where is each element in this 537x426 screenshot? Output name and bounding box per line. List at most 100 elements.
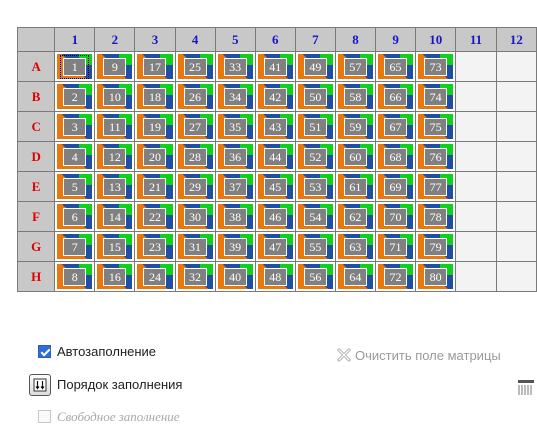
well-G2[interactable]: 15 [94,231,136,262]
well-E7[interactable]: 53 [294,171,336,202]
well-B2[interactable]: 10 [94,81,136,112]
well-C9[interactable]: 67 [375,111,417,142]
well-A5[interactable]: 33 [214,51,256,82]
row-header-B[interactable]: B [16,81,56,112]
well-D3[interactable]: 20 [134,141,176,172]
well-F7[interactable]: 54 [294,201,336,232]
column-header-8[interactable]: 8 [334,27,377,52]
well-G8[interactable]: 63 [334,231,377,262]
well-G3[interactable]: 23 [134,231,176,262]
row-header-D[interactable]: D [16,141,56,172]
well-D11[interactable] [455,141,497,172]
well-G7[interactable]: 55 [294,231,336,262]
row-header-H[interactable]: H [16,261,56,292]
well-C8[interactable]: 59 [334,111,377,142]
well-E4[interactable]: 29 [174,171,216,202]
well-H11[interactable] [455,261,497,292]
column-header-12[interactable]: 12 [495,27,537,52]
well-B1[interactable]: 2 [54,81,96,112]
well-H9[interactable]: 72 [375,261,417,292]
well-D12[interactable] [495,141,537,172]
well-C2[interactable]: 11 [94,111,136,142]
well-C1[interactable]: 3 [54,111,96,142]
well-F6[interactable]: 46 [254,201,296,232]
well-D4[interactable]: 28 [174,141,216,172]
well-C7[interactable]: 51 [294,111,336,142]
well-B7[interactable]: 50 [294,81,336,112]
well-F5[interactable]: 38 [214,201,256,232]
fill-order-label[interactable]: Порядок заполнения [57,377,182,392]
well-B11[interactable] [455,81,497,112]
column-header-10[interactable]: 10 [415,27,457,52]
well-A12[interactable] [495,51,537,82]
well-F3[interactable]: 22 [134,201,176,232]
well-D2[interactable]: 12 [94,141,136,172]
well-H12[interactable] [495,261,537,292]
well-H1[interactable]: 8 [54,261,96,292]
well-E9[interactable]: 69 [375,171,417,202]
well-H4[interactable]: 32 [174,261,216,292]
well-C5[interactable]: 35 [214,111,256,142]
well-E6[interactable]: 45 [254,171,296,202]
row-header-E[interactable]: E [16,171,56,202]
well-A7[interactable]: 49 [294,51,336,82]
well-A10[interactable]: 73 [415,51,457,82]
free-fill-checkbox[interactable] [38,410,51,423]
well-C3[interactable]: 19 [134,111,176,142]
well-E5[interactable]: 37 [214,171,256,202]
well-H7[interactable]: 56 [294,261,336,292]
autofill-label[interactable]: Автозаполнение [57,344,156,359]
column-header-3[interactable]: 3 [134,27,176,52]
well-E3[interactable]: 21 [134,171,176,202]
well-H2[interactable]: 16 [94,261,136,292]
well-D6[interactable]: 44 [254,141,296,172]
well-A9[interactable]: 65 [375,51,417,82]
well-E12[interactable] [495,171,537,202]
well-D9[interactable]: 68 [375,141,417,172]
column-header-2[interactable]: 2 [94,27,136,52]
free-fill-label[interactable]: Свободное заполнение [57,409,180,425]
column-header-6[interactable]: 6 [254,27,296,52]
well-E11[interactable] [455,171,497,202]
well-F2[interactable]: 14 [94,201,136,232]
row-header-C[interactable]: C [16,111,56,142]
well-G1[interactable]: 7 [54,231,96,262]
clear-matrix-button[interactable]: Очистить поле матрицы [355,348,501,363]
well-B8[interactable]: 58 [334,81,377,112]
row-header-F[interactable]: F [16,201,56,232]
well-A8[interactable]: 57 [334,51,377,82]
well-E2[interactable]: 13 [94,171,136,202]
well-F1[interactable]: 6 [54,201,96,232]
column-header-9[interactable]: 9 [375,27,417,52]
well-B4[interactable]: 26 [174,81,216,112]
well-G4[interactable]: 31 [174,231,216,262]
row-header-A[interactable]: A [16,51,56,82]
column-header-1[interactable]: 1 [54,27,96,52]
column-header-11[interactable]: 11 [455,27,497,52]
well-H8[interactable]: 64 [334,261,377,292]
well-H10[interactable]: 80 [415,261,457,292]
well-E1[interactable]: 5 [54,171,96,202]
well-C10[interactable]: 75 [415,111,457,142]
well-B10[interactable]: 74 [415,81,457,112]
well-E8[interactable]: 61 [334,171,377,202]
well-B12[interactable] [495,81,537,112]
well-C6[interactable]: 43 [254,111,296,142]
well-F10[interactable]: 78 [415,201,457,232]
well-D10[interactable]: 76 [415,141,457,172]
well-A11[interactable] [455,51,497,82]
well-F11[interactable] [455,201,497,232]
well-B3[interactable]: 18 [134,81,176,112]
well-B9[interactable]: 66 [375,81,417,112]
well-A4[interactable]: 25 [174,51,216,82]
well-D7[interactable]: 52 [294,141,336,172]
well-G10[interactable]: 79 [415,231,457,262]
well-B6[interactable]: 42 [254,81,296,112]
well-G6[interactable]: 47 [254,231,296,262]
column-header-4[interactable]: 4 [174,27,216,52]
well-D8[interactable]: 60 [334,141,377,172]
well-F12[interactable] [495,201,537,232]
well-H3[interactable]: 24 [134,261,176,292]
well-A6[interactable]: 41 [254,51,296,82]
table-layout-icon[interactable] [517,379,535,397]
